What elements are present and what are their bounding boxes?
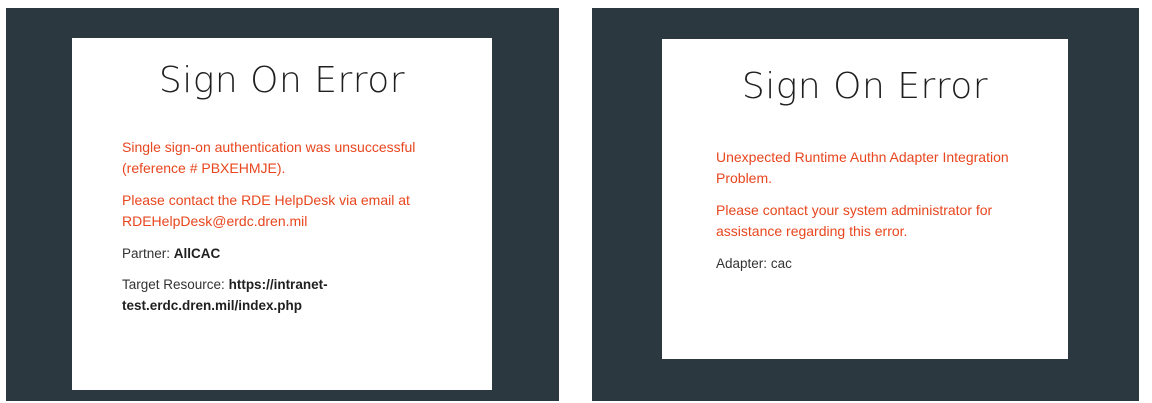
target-resource-label: Target Resource: [122,277,225,292]
partner-label: Partner: [122,246,171,261]
adapter-info: Adapter: cac [716,253,1038,274]
contact-message: Please contact the RDE HelpDesk via emai… [122,192,410,229]
adapter-label: Adapter: [716,256,768,271]
error-message: Unexpected Runtime Authn Adapter Integra… [716,149,1009,186]
contact-message: Please contact your system administrator… [716,202,993,239]
error-panel-right: Sign On Error Unexpected Runtime Authn A… [592,8,1139,401]
partner-info: Partner: AllCAC [122,243,456,264]
error-messages: Single sign-on authentication was unsucc… [122,137,456,316]
error-message: Single sign-on authentication was unsucc… [122,139,416,176]
error-panel-left: Sign On Error Single sign-on authenticat… [6,8,559,401]
error-messages: Unexpected Runtime Authn Adapter Integra… [716,147,1038,274]
error-card-left: Sign On Error Single sign-on authenticat… [72,38,492,390]
adapter-value: cac [770,256,792,271]
partner-value: AllCAC [173,246,221,261]
page-title: Sign On Error [158,60,406,101]
target-resource-info: Target Resource: https://intranet-test.e… [122,274,456,316]
error-card-right: Sign On Error Unexpected Runtime Authn A… [662,39,1068,359]
page-title: Sign On Error [741,66,989,107]
